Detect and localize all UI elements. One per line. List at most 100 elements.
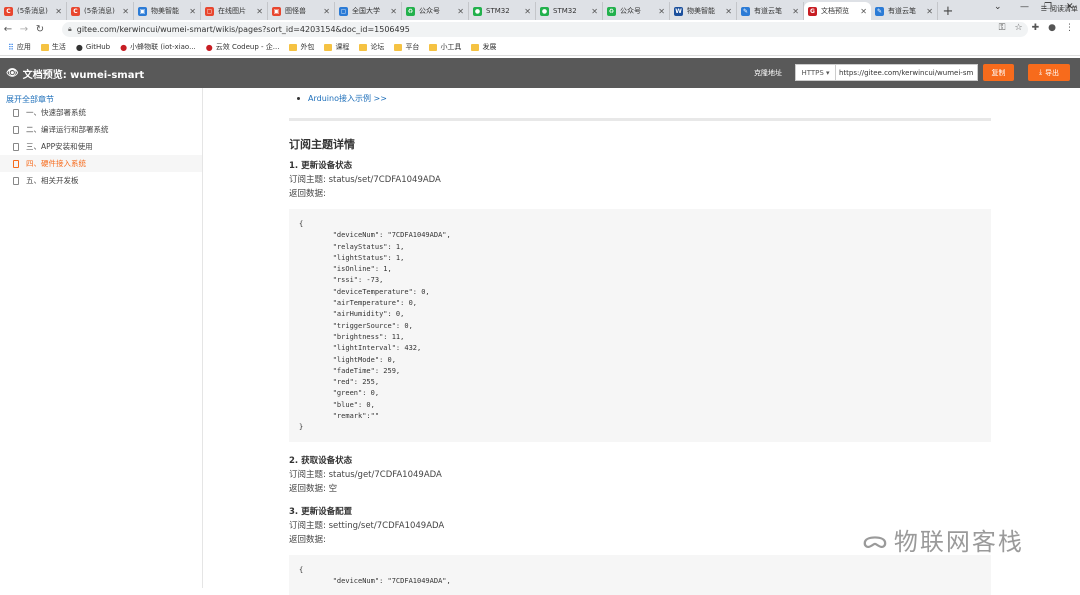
sidebar-item[interactable]: 五、相关开发板 xyxy=(0,172,202,189)
back-icon[interactable]: ← xyxy=(0,24,16,35)
tab-title: (5条消息) xyxy=(17,7,48,15)
bookmark-folder[interactable]: 小工具 xyxy=(429,42,461,52)
reload-icon[interactable]: ↻ xyxy=(32,24,48,35)
bookmark-folder[interactable]: 生活 xyxy=(40,42,66,52)
protocol-select[interactable]: HTTPS ▾ xyxy=(795,64,836,81)
favicon-icon: ▣ xyxy=(272,6,281,16)
browser-tab[interactable]: ✎ 有道云笔 ✕ xyxy=(737,2,804,20)
sidebar-item[interactable]: 四、硬件接入系统 xyxy=(0,155,202,172)
browser-tab[interactable]: ▣ 物美智能 ✕ xyxy=(134,2,201,20)
clone-url-input[interactable]: https://gitee.com/kerwincui/wumei-sm xyxy=(836,64,978,81)
forward-icon[interactable]: → xyxy=(16,24,32,35)
browser-tab[interactable]: ▢ 在线图片 ✕ xyxy=(201,2,268,20)
bookmark-label: 小蜂物联 (iot-xiao... xyxy=(130,43,196,51)
extensions-icon[interactable]: ✚ xyxy=(1032,23,1040,33)
minimize-icon[interactable]: — xyxy=(1020,2,1029,12)
sidebar-item-label: 五、相关开发板 xyxy=(26,176,79,185)
sidebar-item[interactable]: 二、编译运行和部署系统 xyxy=(0,121,202,138)
close-tab-icon[interactable]: ✕ xyxy=(524,7,531,16)
watermark-text: 物联网客栈 xyxy=(893,528,1024,556)
bookmark-apps[interactable]: ⠿ 应用 xyxy=(8,42,31,52)
bookmark-folder[interactable]: 课程 xyxy=(324,42,349,52)
close-tab-icon[interactable]: ✕ xyxy=(390,7,397,16)
bookmark-red[interactable]: ● 小蜂物联 (iot-xiao... xyxy=(120,42,196,52)
code-line: { xyxy=(299,220,304,228)
bookmark-label: 云效 Codeup - 企... xyxy=(215,43,280,51)
browser-tab[interactable]: ♻ 公众号 ✕ xyxy=(603,2,670,20)
close-tab-icon[interactable]: ✕ xyxy=(256,7,263,16)
folder-icon xyxy=(471,43,480,51)
code-line: "fadeTime": 259, xyxy=(299,366,401,375)
browser-tab-strip: C (5条消息) ✕ C (5条消息) ✕ ▣ 物美智能 ✕ ▢ 在线图片 ✕ ▣ 图怪兽 ✕ ▢ 全国大学 ✕ ♻… xyxy=(0,0,1080,20)
menu-icon[interactable]: ⋮ xyxy=(1065,23,1074,33)
section-heading: 订阅主题详情 xyxy=(289,138,355,151)
browser-tab[interactable]: ♻ 公众号 ✕ xyxy=(402,2,469,20)
close-tab-icon[interactable]: ✕ xyxy=(860,7,867,16)
favicon-icon: ✎ xyxy=(741,6,750,16)
bookmark-label: 外包 xyxy=(300,43,315,51)
browser-tab[interactable]: ▢ 全国大学 ✕ xyxy=(335,2,402,20)
watermark: ᯅ 物联网客栈 xyxy=(862,522,1024,557)
reading-list[interactable]: ☰ 阅读清单 xyxy=(1041,4,1078,14)
sidebar-item[interactable]: 一、快速部署系统 xyxy=(0,104,202,121)
tab-search-icon[interactable]: ⌄ xyxy=(994,2,1002,12)
bookmark-folder[interactable]: 外包 xyxy=(289,42,314,52)
address-text[interactable]: gitee.com/kerwincui/wumei-smart/wikis/pa… xyxy=(77,25,410,34)
browser-tab[interactable]: W 物美智能 ✕ xyxy=(670,2,737,20)
tab-title: 物美智能 xyxy=(151,7,179,15)
tab-title: 全国大学 xyxy=(352,7,380,15)
close-tab-icon[interactable]: ✕ xyxy=(658,7,665,16)
clone-label: 克隆地址 xyxy=(754,69,782,77)
sidebar-item[interactable]: 三、APP安装和使用 xyxy=(0,138,202,155)
folder-icon xyxy=(40,43,49,51)
profile-icon[interactable]: ● xyxy=(1048,23,1056,33)
code-line: { xyxy=(299,566,304,574)
close-tab-icon[interactable]: ✕ xyxy=(457,7,464,16)
code-line: "lightStatus": 1, xyxy=(299,253,405,262)
close-tab-icon[interactable]: ✕ xyxy=(122,7,129,16)
code-line: "triggerSource": 0, xyxy=(299,321,413,330)
favicon-icon: C xyxy=(4,6,13,16)
close-tab-icon[interactable]: ✕ xyxy=(926,7,933,16)
copy-button[interactable]: 复制 xyxy=(983,64,1014,81)
browser-tab[interactable]: ▣ 图怪兽 ✕ xyxy=(268,2,335,20)
bookmark-folder[interactable]: 论坛 xyxy=(359,42,384,52)
close-tab-icon[interactable]: ✕ xyxy=(323,7,330,16)
browser-tab[interactable]: C (5条消息) ✕ xyxy=(67,2,134,20)
folder-icon xyxy=(359,43,368,51)
arduino-example-link[interactable]: Arduino接入示例 >> xyxy=(308,93,387,104)
bookmark-label: 发展 xyxy=(482,43,497,51)
folder-icon xyxy=(324,43,333,51)
browser-tab[interactable]: ● STM32 ✕ xyxy=(469,2,536,20)
topic-text: 订阅主题: status/get/7CDFA1049ADA xyxy=(289,470,442,480)
omnibox[interactable]: 🔒︎ gitee.com/kerwincui/wumei-smart/wikis… xyxy=(62,22,1028,37)
download-icon: ⤓ xyxy=(1038,68,1043,76)
tab-title: 文档预览 xyxy=(821,7,849,15)
bookmark-label: 课程 xyxy=(335,43,350,51)
bookmark-folder[interactable]: 平台 xyxy=(394,42,419,52)
browser-tab[interactable]: ● STM32 ✕ xyxy=(536,2,603,20)
browser-tab[interactable]: G 文档预览 ✕ xyxy=(804,2,871,20)
star-icon[interactable]: ☆ xyxy=(1015,23,1023,33)
doc-preview-header: 👁︎ 文档预览: wumei-smart 克隆地址 HTTPS ▾ https:… xyxy=(0,58,1080,88)
new-tab-button[interactable]: + xyxy=(938,2,958,20)
bookmark-folder[interactable]: 发展 xyxy=(471,42,496,52)
key-icon[interactable]: ⚿ xyxy=(999,23,1006,33)
favicon-icon: G xyxy=(808,6,817,16)
export-button[interactable]: ⤓ 导出 xyxy=(1028,64,1070,81)
close-tab-icon[interactable]: ✕ xyxy=(55,7,62,16)
bookmark-github[interactable]: ● GitHub xyxy=(76,43,110,52)
github-icon: ● xyxy=(75,42,83,52)
expand-all-link[interactable]: 展开全部章节 xyxy=(0,88,202,104)
address-bar-row: ← → ↻ 🔒︎ gitee.com/kerwincui/wumei-smart… xyxy=(0,20,1080,39)
document-icon xyxy=(13,159,19,168)
close-tab-icon[interactable]: ✕ xyxy=(189,7,196,16)
bookmark-red[interactable]: ● 云效 Codeup - 企... xyxy=(206,42,280,52)
close-tab-icon[interactable]: ✕ xyxy=(725,7,732,16)
browser-tab[interactable]: C (5条消息) ✕ xyxy=(0,2,67,20)
browser-tab[interactable]: ✎ 有道云笔 ✕ xyxy=(871,2,938,20)
close-tab-icon[interactable]: ✕ xyxy=(792,7,799,16)
apps-grid-icon: ⠿ xyxy=(8,42,14,52)
close-tab-icon[interactable]: ✕ xyxy=(591,7,598,16)
tab-title: 公众号 xyxy=(620,7,641,15)
